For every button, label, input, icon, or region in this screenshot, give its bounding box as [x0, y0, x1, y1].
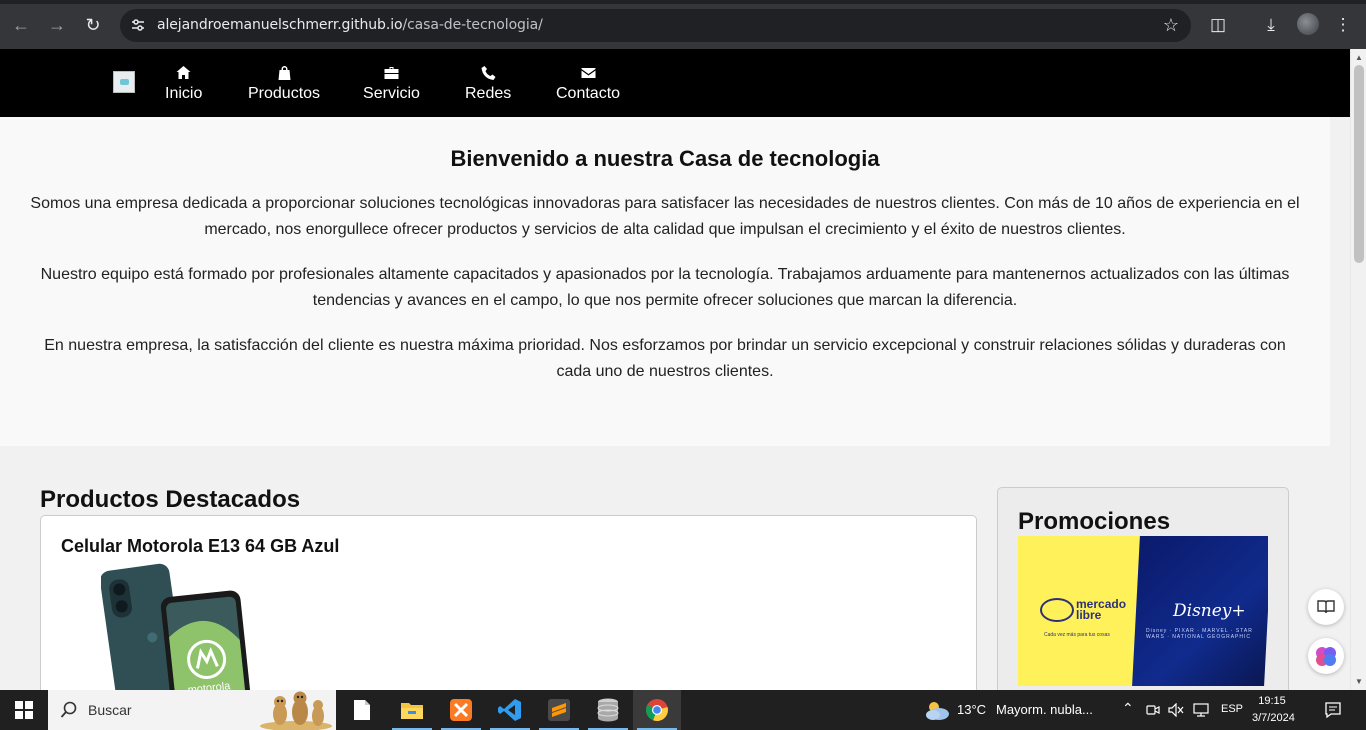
taskbar-search[interactable]: Buscar [48, 690, 336, 730]
welcome-paragraph-2: Nuestro equipo está formado por profesio… [40, 266, 1290, 309]
search-icon [60, 701, 77, 718]
nav-inicio[interactable]: Inicio [165, 65, 202, 103]
notifications-icon[interactable] [1324, 701, 1342, 719]
page-scrollbar[interactable]: ▲ ▼ [1350, 49, 1366, 690]
nav-redes[interactable]: Redes [465, 65, 511, 103]
nav-label: Redes [465, 85, 512, 102]
mercadolibre-tagline: Cada vez más para tus cosas [1044, 632, 1110, 638]
promo-banner[interactable]: mercado libre Cada vez más para tus cosas… [1018, 536, 1268, 686]
product-card[interactable]: Celular Motorola E13 64 GB Azul motorola [40, 515, 977, 690]
taskbar-sublime[interactable] [535, 690, 583, 730]
nav-label: Productos [248, 85, 321, 102]
weather-temp[interactable]: 13°C [957, 702, 986, 717]
vscode-icon [498, 699, 521, 721]
weather-cloud-icon [926, 702, 949, 720]
home-icon [165, 65, 202, 83]
taskbar-xampp[interactable] [437, 690, 485, 730]
site-navbar: Inicio Productos Servicio Redes Contacto [0, 49, 1350, 117]
tray-chevron-icon[interactable]: ⌃ [1122, 700, 1134, 717]
taskbar-vscode[interactable] [486, 690, 534, 730]
product-image[interactable]: motorola [101, 563, 251, 690]
url-path: /casa-de-tecnologia/ [402, 17, 543, 33]
menu-kebab-icon[interactable]: ⋮ [1332, 14, 1354, 36]
envelope-icon [556, 65, 620, 83]
briefcase-icon [363, 65, 420, 83]
welcome-paragraph-3: En nuestra empresa, la satisfacción del … [44, 337, 1286, 380]
site-logo[interactable] [113, 71, 135, 93]
product-name: Celular Motorola E13 64 GB Azul [61, 536, 340, 556]
volume-muted-icon[interactable] [1168, 703, 1184, 717]
weather-description[interactable]: Mayorm. nubla... [996, 702, 1093, 717]
mercadolibre-logo-text: mercado libre [1076, 597, 1127, 622]
download-icon[interactable]: ⤓ [1260, 14, 1282, 36]
reload-icon[interactable]: ↻ [81, 13, 105, 37]
site-settings-icon[interactable] [130, 17, 146, 33]
disney-plus-logo: Disney+ [1173, 601, 1246, 621]
search-label: Buscar [88, 702, 132, 718]
reader-mode-icon[interactable] [1308, 589, 1344, 625]
extensions-icon[interactable]: ◫ [1207, 14, 1229, 36]
nav-label: Inicio [165, 85, 203, 102]
bookmark-star-icon[interactable]: ☆ [1163, 15, 1179, 36]
chrome-icon [645, 699, 668, 722]
start-button[interactable] [0, 690, 48, 730]
url-host: alejandroemanuelschmerr.github.io [157, 17, 403, 33]
clock-time: 19:15 [1258, 695, 1286, 707]
xampp-icon [450, 699, 472, 721]
network-icon[interactable] [1192, 703, 1210, 717]
handshake-icon [1040, 598, 1074, 622]
welcome-section: Bienvenido a nuestra Casa de tecnologia … [0, 117, 1330, 446]
meet-now-icon[interactable] [1146, 702, 1160, 718]
url-text[interactable]: alejandroemanuelschmerr.github.io/casa-d… [157, 17, 543, 33]
system-clock[interactable]: 19:15 3/7/2024 [1252, 693, 1295, 727]
disney-partner-brands: Disney · PIXAR · MARVEL · STAR WARS · NA… [1146, 628, 1253, 640]
scrollbar-thumb[interactable] [1354, 65, 1364, 263]
promotions-panel: Promociones mercado libre Cada vez más pa… [997, 487, 1289, 690]
windows-logo-icon [15, 701, 33, 719]
taskbar-chrome[interactable] [633, 690, 681, 730]
back-icon[interactable]: ← [9, 13, 33, 37]
nav-label: Servicio [363, 85, 420, 102]
taskbar-file-explorer[interactable] [388, 690, 436, 730]
phone-icon [465, 65, 511, 83]
ai-assistant-icon[interactable] [1308, 638, 1344, 674]
database-icon [597, 698, 619, 722]
welcome-paragraph-1: Somos una empresa dedicada a proporciona… [30, 195, 1300, 238]
forward-icon[interactable]: → [45, 13, 69, 37]
nav-contacto[interactable]: Contacto [556, 65, 620, 103]
taskbar-notepad[interactable] [338, 690, 386, 730]
featured-products-title: Productos Destacados [40, 486, 301, 513]
sublime-text-icon [548, 699, 570, 721]
clock-date: 3/7/2024 [1252, 712, 1295, 724]
taskbar-database[interactable] [584, 690, 632, 730]
scroll-down-icon[interactable]: ▼ [1355, 677, 1363, 686]
profile-avatar[interactable] [1297, 13, 1319, 35]
file-icon [354, 700, 370, 720]
welcome-title: Bienvenido a nuestra Casa de tecnologia [450, 146, 880, 171]
language-indicator[interactable]: ESP [1221, 703, 1243, 715]
windows-taskbar: Buscar 13°C Mayorm. nubla... ⌃ ESP 19:15… [0, 690, 1366, 730]
nav-label: Contacto [556, 85, 621, 102]
tab-strip [0, 0, 1366, 4]
search-highlight-illustration [260, 691, 332, 730]
folder-icon [401, 703, 423, 719]
webpage: Inicio Productos Servicio Redes Contacto… [0, 49, 1350, 690]
nav-servicio[interactable]: Servicio [363, 65, 420, 103]
shopping-bag-icon [248, 65, 320, 83]
address-bar[interactable]: alejandroemanuelschmerr.github.io/casa-d… [120, 9, 1191, 42]
nav-productos[interactable]: Productos [248, 65, 320, 103]
scroll-up-icon[interactable]: ▲ [1355, 53, 1363, 62]
promotions-title: Promociones [1018, 508, 1171, 535]
browser-toolbar: ← → ↻ alejandroemanuelschmerr.github.io/… [0, 0, 1366, 49]
